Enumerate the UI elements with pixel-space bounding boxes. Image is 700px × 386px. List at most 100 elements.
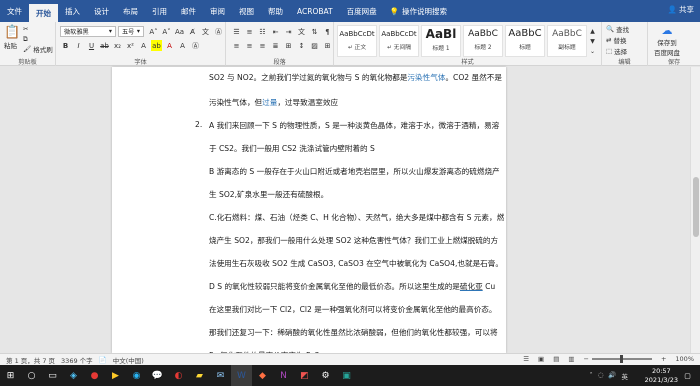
show-marks-icon[interactable]: ¶: [322, 26, 333, 37]
document-line[interactable]: 烧产生 SO2，那我们一般用什么处理 SO2 这种危害性气体？我们工业上燃煤脱硫…: [209, 235, 498, 246]
style-heading-1[interactable]: AaBl 标题 1: [421, 25, 461, 57]
highlight-color-icon[interactable]: ab: [151, 40, 162, 51]
tab-file[interactable]: 文件: [0, 0, 29, 22]
tab-mailings[interactable]: 邮件: [174, 0, 203, 22]
tab-acrobat[interactable]: ACROBAT: [290, 0, 340, 22]
windows-start-icon[interactable]: ⊞: [0, 365, 21, 386]
read-mode-icon[interactable]: ▣: [538, 355, 544, 363]
input-language[interactable]: 英: [622, 371, 629, 381]
app-icon[interactable]: ▶: [105, 365, 126, 386]
clear-format-icon[interactable]: A̸: [187, 26, 198, 37]
numbering-icon[interactable]: ≡: [244, 26, 255, 37]
style-no-spacing[interactable]: AaBbCcDt ↵ 无间隔: [379, 25, 419, 57]
style-title[interactable]: AaBbC 标题: [505, 25, 545, 57]
format-painter-button[interactable]: 🖌 格式刷: [23, 44, 53, 54]
tab-references[interactable]: 引用: [145, 0, 174, 22]
document-line[interactable]: 污染性气体，但过量，过导致温室效应: [209, 97, 338, 108]
shading-icon[interactable]: ▨: [309, 40, 320, 51]
phonetic-guide-icon[interactable]: 文: [200, 26, 211, 37]
document-line[interactable]: D S 的氧化性较弱只能将变价金属氧化至他的最低价态。所以这里生成的是硫化亚 C…: [209, 281, 495, 292]
print-layout-icon[interactable]: ▤: [553, 355, 559, 363]
proofing-icon[interactable]: 📄: [99, 356, 107, 364]
superscript-button[interactable]: x²: [125, 40, 136, 51]
bullets-icon[interactable]: ☰: [231, 26, 242, 37]
document-line[interactable]: 在这里我们对比一下 Cl2，Cl2 是一种强氧化剂可以将变价金属氧化至他的最高价…: [209, 304, 497, 315]
borders-icon[interactable]: ⊞: [322, 40, 333, 51]
web-layout-icon[interactable]: ▥: [568, 355, 574, 363]
multilevel-list-icon[interactable]: ☷: [257, 26, 268, 37]
paste-button[interactable]: 📋 粘贴: [4, 25, 20, 50]
style-subtitle[interactable]: AaBbC 副标题: [547, 25, 587, 57]
zoom-slider[interactable]: [591, 355, 652, 363]
tab-home[interactable]: 开始: [29, 4, 58, 22]
find-button[interactable]: 🔍 查找: [606, 24, 629, 34]
file-explorer-icon[interactable]: ▰: [189, 365, 210, 386]
search-icon[interactable]: ○: [21, 365, 42, 386]
document-line[interactable]: SO2 与 NO2。之前我们学过氮的氧化物与 S 的氧化物都是污染性气体。CO2…: [209, 72, 502, 83]
vertical-scrollbar[interactable]: [690, 67, 700, 353]
sort-icon[interactable]: ⇅: [309, 26, 320, 37]
align-right-icon[interactable]: ≡: [257, 40, 268, 51]
app-icon[interactable]: ◈: [63, 365, 84, 386]
document-line[interactable]: 生 SO2,矿泉水里一般还有硫酸根。: [209, 189, 328, 200]
tab-help[interactable]: 帮助: [261, 0, 290, 22]
select-button[interactable]: ⬚ 选择: [606, 46, 627, 56]
tab-view[interactable]: 视图: [232, 0, 261, 22]
tab-review[interactable]: 审阅: [203, 0, 232, 22]
document-line[interactable]: 那我们还复习一下：稀硝酸的氧化性虽然比浓硝酸弱，但他们的氧化性都较强，可以将: [209, 327, 498, 338]
netease-music-icon[interactable]: ◐: [168, 365, 189, 386]
align-center-icon[interactable]: ≡: [244, 40, 255, 51]
language[interactable]: 中文(中国): [113, 355, 144, 365]
document-page[interactable]: SO2 与 NO2。之前我们学过氮的氧化物与 S 的氧化物都是污染性气体。CO2…: [112, 67, 506, 360]
char-border-icon[interactable]: Ⓐ: [190, 40, 201, 51]
style-normal[interactable]: AaBbCcDt ↵ 正文: [337, 25, 377, 57]
line-spacing-icon[interactable]: ↕: [296, 40, 307, 51]
increase-indent-icon[interactable]: ⇥: [283, 26, 294, 37]
task-view-icon[interactable]: ▭: [42, 365, 63, 386]
decrease-indent-icon[interactable]: ⇤: [270, 26, 281, 37]
chevron-up-icon[interactable]: ˄: [589, 371, 592, 381]
grow-font-button[interactable]: A ˄: [148, 26, 159, 37]
volume-icon[interactable]: 🔊: [608, 371, 616, 381]
document-line[interactable]: 于 CS2。我们一般用 CS2 洗涤试管内壁附着的 S: [209, 143, 375, 154]
styles-scroll[interactable]: ▲ ▼ ⌄: [590, 28, 595, 55]
zoom-level[interactable]: 100%: [675, 355, 694, 363]
justify-icon[interactable]: ≣: [270, 40, 281, 51]
document-line[interactable]: 2. A 我们来回顾一下 S 的物理性质，S 是一种淡黄色晶体，难溶于水，微溶于酒…: [195, 120, 499, 131]
subscript-button[interactable]: x₂: [112, 40, 123, 51]
shrink-font-button[interactable]: A˅: [161, 26, 172, 37]
chinese-layout-icon[interactable]: 文: [296, 26, 307, 37]
replace-button[interactable]: ⇄ 替换: [606, 35, 626, 45]
recorder-icon[interactable]: ●: [84, 365, 105, 386]
clock[interactable]: 20:57 2021/3/23: [645, 367, 678, 384]
font-family-select[interactable]: 微软雅黑 ▾: [60, 26, 116, 37]
app-icon[interactable]: ◆: [252, 365, 273, 386]
copy-button[interactable]: ⧉: [23, 35, 28, 44]
qq-icon[interactable]: ◉: [126, 365, 147, 386]
tab-layout[interactable]: 布局: [116, 0, 145, 22]
font-size-select[interactable]: 五号 ▾: [118, 26, 144, 37]
tab-insert[interactable]: 插入: [58, 0, 87, 22]
underline-button[interactable]: U: [86, 40, 97, 51]
wechat-icon[interactable]: 💬: [147, 365, 168, 386]
text-effects-icon[interactable]: A: [138, 40, 149, 51]
tab-baidu-netdisk[interactable]: 百度网盘: [340, 0, 384, 22]
enclose-char-icon[interactable]: Ⓐ: [213, 26, 224, 37]
save-to-baidu-button[interactable]: ☁ 保存到 百度网盘: [654, 24, 680, 57]
settings-icon[interactable]: ⚙: [315, 365, 336, 386]
char-shading-icon[interactable]: A: [177, 40, 188, 51]
app-icon[interactable]: ◩: [294, 365, 315, 386]
document-line[interactable]: 法使用生石灰吸收 SO2 生成 CaSO3, CaSO3 在空气中被氧化为 Ca…: [209, 258, 503, 269]
bold-button[interactable]: B: [60, 40, 71, 51]
onenote-icon[interactable]: N: [273, 365, 294, 386]
mail-icon[interactable]: ✉: [210, 365, 231, 386]
document-line[interactable]: B 游离态的 S 一般存在于火山口附近或者地壳岩层里，所以火山爆发游离态的硫燃烧…: [209, 166, 500, 177]
network-icon[interactable]: ◌: [598, 371, 604, 381]
word-icon[interactable]: W: [231, 365, 252, 386]
style-heading-2[interactable]: AaBbC 标题 2: [463, 25, 503, 57]
align-left-icon[interactable]: ≡: [231, 40, 242, 51]
notification-icon[interactable]: ▢: [677, 365, 698, 386]
font-color-icon[interactable]: A: [164, 40, 175, 51]
distributed-icon[interactable]: ⊞: [283, 40, 294, 51]
italic-button[interactable]: I: [73, 40, 84, 51]
